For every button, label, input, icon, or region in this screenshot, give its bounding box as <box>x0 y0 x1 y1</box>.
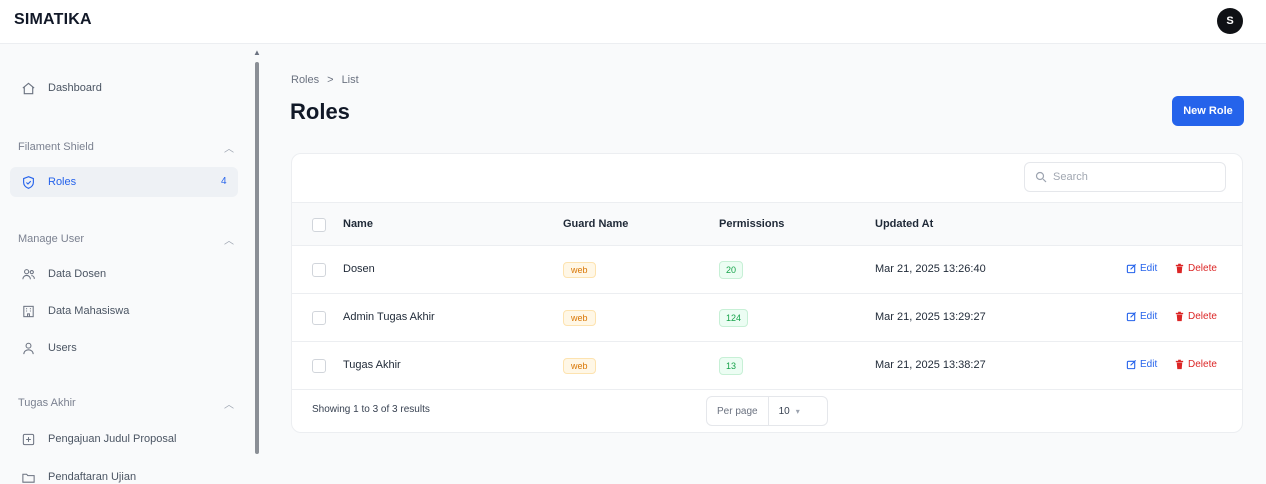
user-icon <box>20 340 36 356</box>
sidebar-item-label: Data Dosen <box>48 268 107 280</box>
sidebar-item-dashboard[interactable]: Dashboard <box>20 74 102 102</box>
sidebar-item-label: Data Mahasiswa <box>48 305 130 317</box>
users-icon <box>20 266 36 282</box>
chevron-up-icon: ︿ <box>224 235 234 247</box>
trash-icon <box>1175 263 1184 274</box>
column-header-guard-name[interactable]: Guard Name <box>563 218 628 230</box>
sidebar-group-label: Tugas Akhir <box>18 397 76 409</box>
scroll-up-arrow-icon[interactable]: ▲ <box>253 48 261 57</box>
per-page-label: Per page <box>707 397 769 425</box>
role-name: Tugas Akhir <box>343 359 401 371</box>
brand-logo[interactable]: SIMATIKA <box>14 11 92 29</box>
sidebar-item-label: Pengajuan Judul Proposal <box>48 433 177 445</box>
edit-action[interactable]: Edit <box>1126 311 1157 322</box>
sidebar-item-label: Roles <box>48 176 77 188</box>
edit-icon <box>1126 359 1137 370</box>
updated-at: Mar 21, 2025 13:38:27 <box>875 359 986 371</box>
folder-icon <box>20 469 36 484</box>
sidebar-item-data-dosen[interactable]: Data Dosen <box>20 260 106 288</box>
sidebar-item-pengajuan-judul[interactable]: Pengajuan Judul Proposal <box>20 425 176 453</box>
row-checkbox[interactable] <box>312 311 326 325</box>
guard-badge: web <box>563 310 596 326</box>
chevron-down-icon: ▾ <box>795 406 800 416</box>
breadcrumb-list: List <box>341 74 359 86</box>
delete-action[interactable]: Delete <box>1174 263 1217 274</box>
roles-count-badge: 4 <box>221 176 227 187</box>
edit-action[interactable]: Edit <box>1126 263 1157 274</box>
home-icon <box>20 80 36 96</box>
permissions-badge: 13 <box>719 357 744 375</box>
table-header: Name Guard Name Permissions Updated At <box>292 202 1242 246</box>
guard-badge: web <box>563 262 596 278</box>
chevron-up-icon: ︿ <box>224 143 234 155</box>
sidebar-item-users[interactable]: Users <box>20 334 77 362</box>
edit-icon <box>1126 263 1137 274</box>
table-row[interactable]: Dosen web 20 Mar 21, 2025 13:26:40 Edit … <box>292 246 1242 294</box>
edit-action[interactable]: Edit <box>1126 359 1157 370</box>
trash-icon <box>1175 311 1184 322</box>
per-page-select[interactable]: Per page 10 ▾ <box>706 396 828 426</box>
sidebar-item-label: Pendaftaran Ujian <box>48 471 137 483</box>
sidebar: Dashboard Filament Shield ︿ Roles 4 Mana… <box>0 45 262 484</box>
sidebar-group-manage-user[interactable]: Manage User ︿ <box>18 229 238 249</box>
breadcrumb-separator: > <box>327 74 334 86</box>
sidebar-group-label: Manage User <box>18 233 85 245</box>
updated-at: Mar 21, 2025 13:26:40 <box>875 263 986 275</box>
sidebar-item-pendaftaran-ujian[interactable]: Pendaftaran Ujian <box>20 463 136 484</box>
row-checkbox[interactable] <box>312 263 326 277</box>
row-checkbox[interactable] <box>312 359 326 373</box>
column-header-name[interactable]: Name <box>343 218 373 230</box>
edit-icon <box>1126 311 1137 322</box>
document-add-icon <box>20 431 36 447</box>
user-avatar[interactable]: S <box>1217 8 1243 34</box>
search-icon <box>1035 171 1047 183</box>
column-header-permissions[interactable]: Permissions <box>719 218 784 230</box>
table-row[interactable]: Admin Tugas Akhir web 124 Mar 21, 2025 1… <box>292 294 1242 342</box>
sidebar-item-label: Dashboard <box>48 82 102 94</box>
breadcrumb-roles[interactable]: Roles <box>291 74 319 86</box>
trash-icon <box>1175 359 1184 370</box>
sidebar-item-data-mahasiswa[interactable]: Data Mahasiswa <box>20 297 129 325</box>
top-bar: SIMATIKA S <box>0 0 1266 44</box>
role-name: Admin Tugas Akhir <box>343 311 435 323</box>
sidebar-item-label: Users <box>48 342 77 354</box>
sidebar-item-roles[interactable]: Roles <box>20 168 76 196</box>
page-title: Roles <box>290 99 350 124</box>
sidebar-group-tugas-akhir[interactable]: Tugas Akhir ︿ <box>18 393 238 413</box>
breadcrumb: Roles > List <box>291 74 359 86</box>
pagination-summary: Showing 1 to 3 of 3 results <box>312 404 430 415</box>
per-page-value[interactable]: 10 ▾ <box>769 406 800 417</box>
sidebar-scrollbar[interactable] <box>255 62 259 454</box>
shield-icon <box>20 174 36 190</box>
sidebar-group-label: Filament Shield <box>18 141 94 153</box>
roles-table-card: Name Guard Name Permissions Updated At D… <box>291 153 1243 433</box>
search-field[interactable] <box>1024 162 1226 192</box>
search-input[interactable] <box>1053 171 1203 183</box>
sidebar-group-filament-shield[interactable]: Filament Shield ︿ <box>18 137 238 157</box>
delete-action[interactable]: Delete <box>1174 359 1217 370</box>
permissions-badge: 20 <box>719 261 744 279</box>
new-role-button[interactable]: New Role <box>1172 96 1244 126</box>
chevron-up-icon: ︿ <box>224 399 234 411</box>
building-icon <box>20 303 36 319</box>
table-row[interactable]: Tugas Akhir web 13 Mar 21, 2025 13:38:27… <box>292 342 1242 390</box>
updated-at: Mar 21, 2025 13:29:27 <box>875 311 986 323</box>
guard-badge: web <box>563 358 596 374</box>
delete-action[interactable]: Delete <box>1174 311 1217 322</box>
select-all-checkbox[interactable] <box>312 218 326 232</box>
role-name: Dosen <box>343 263 375 275</box>
column-header-updated-at[interactable]: Updated At <box>875 218 933 230</box>
permissions-badge: 124 <box>719 309 749 327</box>
